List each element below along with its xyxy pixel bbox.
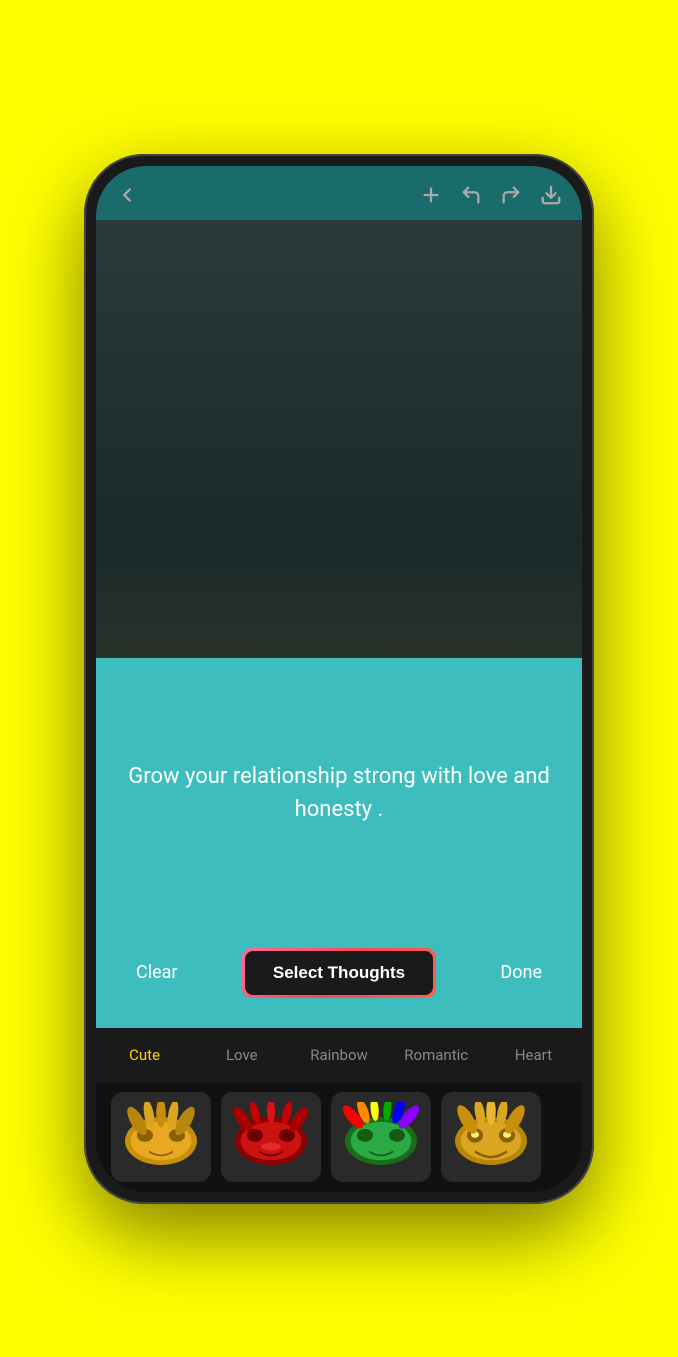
top-bar [96,166,582,220]
top-bar-left [116,184,138,206]
select-thoughts-button[interactable]: Select Thoughts [245,951,433,995]
select-thoughts-wrapper[interactable]: Select Thoughts [242,948,436,998]
category-tab-cute[interactable]: Cute [96,1042,193,1068]
card-quote: Grow your relationship strong with love … [126,698,552,888]
category-tab-rainbow[interactable]: Rainbow [290,1042,387,1068]
add-button[interactable] [420,184,442,206]
category-tab-love[interactable]: Love [193,1042,290,1068]
category-tabs: Cute Love Rainbow Romantic Heart [96,1042,582,1068]
teal-card: Grow your relationship strong with love … [96,658,582,1028]
mask-item-3[interactable] [331,1092,431,1182]
mask-item-2[interactable] [221,1092,321,1182]
mask-item-4[interactable] [441,1092,541,1182]
back-button[interactable] [116,184,138,206]
green-mask-icon [341,1102,421,1172]
gold-happy-mask-icon [451,1102,531,1172]
done-button[interactable]: Done [500,962,542,983]
undo-button[interactable] [460,184,482,206]
redo-button[interactable] [500,184,522,206]
phone-screen: Grow your relationship strong with love … [96,166,582,1192]
mask-row [96,1082,582,1192]
category-tab-romantic[interactable]: Romantic [388,1042,485,1068]
red-mask-icon [231,1102,311,1172]
card-actions: Clear Select Thoughts Done [126,948,552,998]
phone-frame: Grow your relationship strong with love … [84,154,594,1204]
category-tab-heart[interactable]: Heart [485,1042,582,1068]
top-bar-right [420,184,562,206]
clear-button[interactable]: Clear [136,962,178,983]
category-strip: Cute Love Rainbow Romantic Heart [96,1028,582,1082]
mask-item-1[interactable] [111,1092,211,1182]
photo-area: Grow your relationship strong with love … [96,220,582,1028]
gold-mask-icon [121,1102,201,1172]
download-button[interactable] [540,184,562,206]
select-thoughts-label: Select Thoughts [273,963,405,982]
